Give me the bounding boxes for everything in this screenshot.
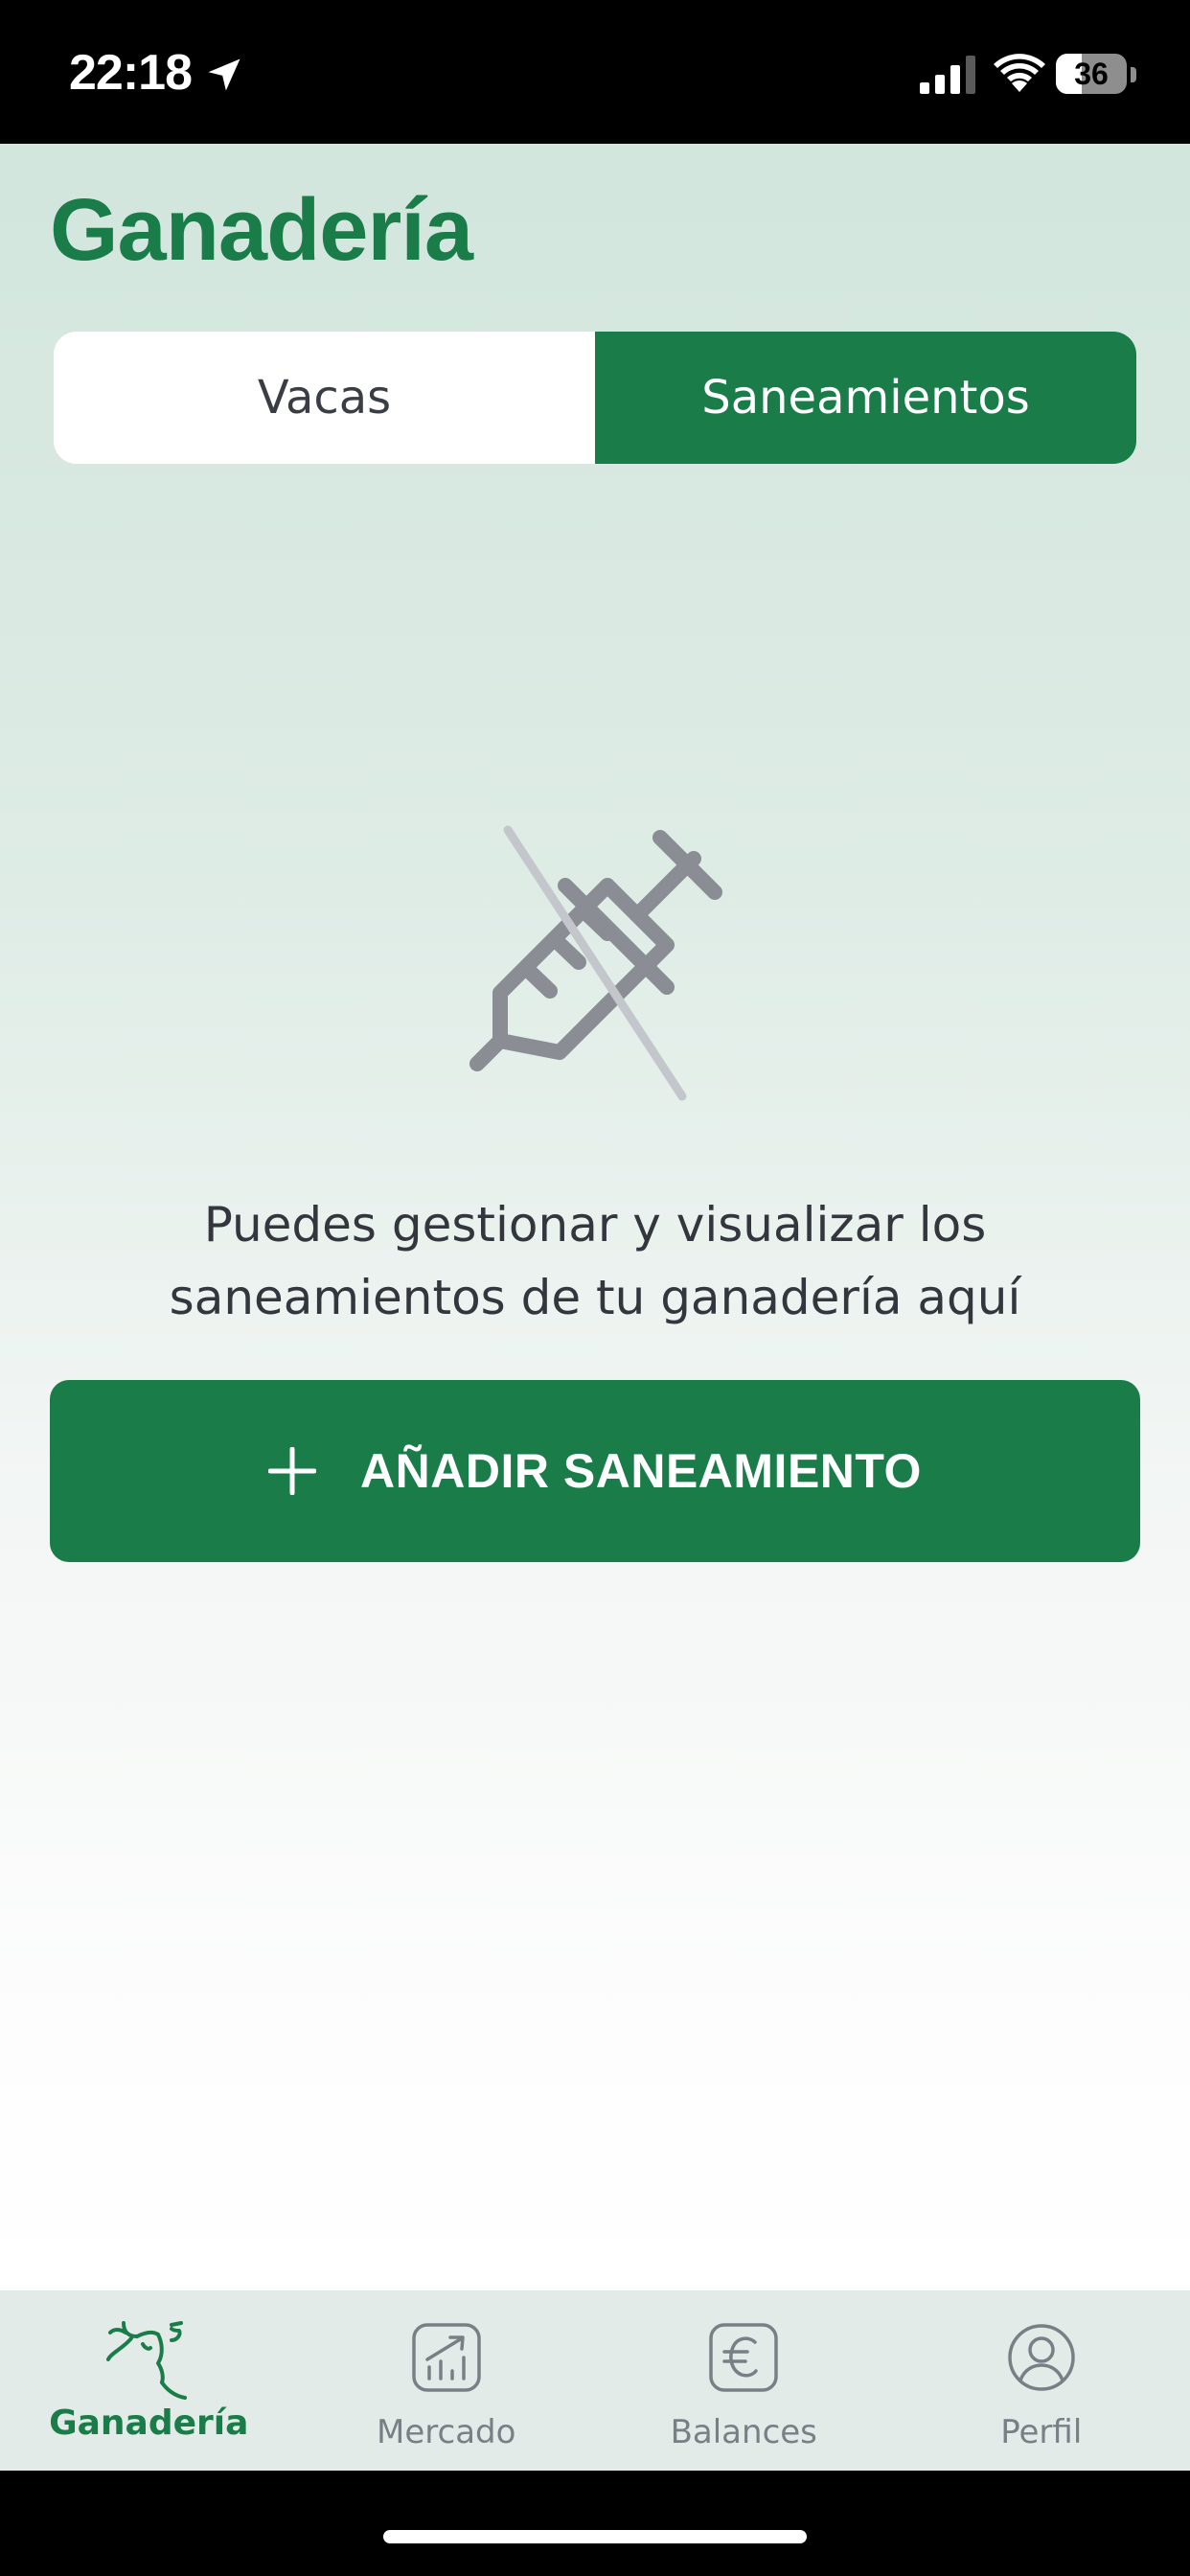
battery-cap [1131,67,1136,82]
app-screen: Ganadería Vacas Saneamientos Puedes gest… [0,144,1190,2290]
page-title: Ganadería [50,181,473,279]
battery-level-text: 36 [1074,56,1109,91]
bottom-tab-bar: Ganadería Mercado Balances Perfil [0,2290,1190,2471]
cow-icon [106,2321,188,2400]
chart-up-icon [412,2323,481,2392]
profile-icon [1008,2324,1075,2391]
plus-icon [268,1447,317,1495]
tab-mercado[interactable]: Mercado [298,2290,596,2471]
tab-label-perfil: Perfil [1000,2413,1083,2451]
location-arrow-icon [208,58,240,91]
tab-label-ganaderia: Ganadería [49,2404,249,2443]
tab-label-balances: Balances [670,2413,817,2451]
tab-balances[interactable]: Balances [595,2290,893,2471]
tab-ganaderia[interactable]: Ganadería [0,2290,298,2471]
add-sanitation-label: AÑADIR SANEAMIENTO [360,1444,922,1498]
euro-icon [709,2323,778,2392]
cellular-signal-icon [920,56,975,94]
empty-state-message: Puedes gestionar y visualizar los saneam… [169,1197,1021,1325]
status-time: 22:18 [69,45,193,101]
battery-indicator: 36 [1056,54,1127,94]
tab-perfil[interactable]: Perfil [893,2290,1190,2471]
syringe-off-icon [469,825,722,1101]
home-indicator-area [0,2471,1190,2576]
add-sanitation-button[interactable]: AÑADIR SANEAMIENTO [50,1380,1140,1562]
home-indicator[interactable] [383,2530,807,2543]
segmented-control: Vacas Saneamientos [54,332,1136,464]
segment-vacas[interactable]: Vacas [54,332,595,464]
segment-saneamientos[interactable]: Saneamientos [595,332,1136,464]
tab-label-mercado: Mercado [377,2413,516,2451]
status-bar: 22:18 36 [0,0,1190,144]
wifi-icon [994,54,1045,92]
